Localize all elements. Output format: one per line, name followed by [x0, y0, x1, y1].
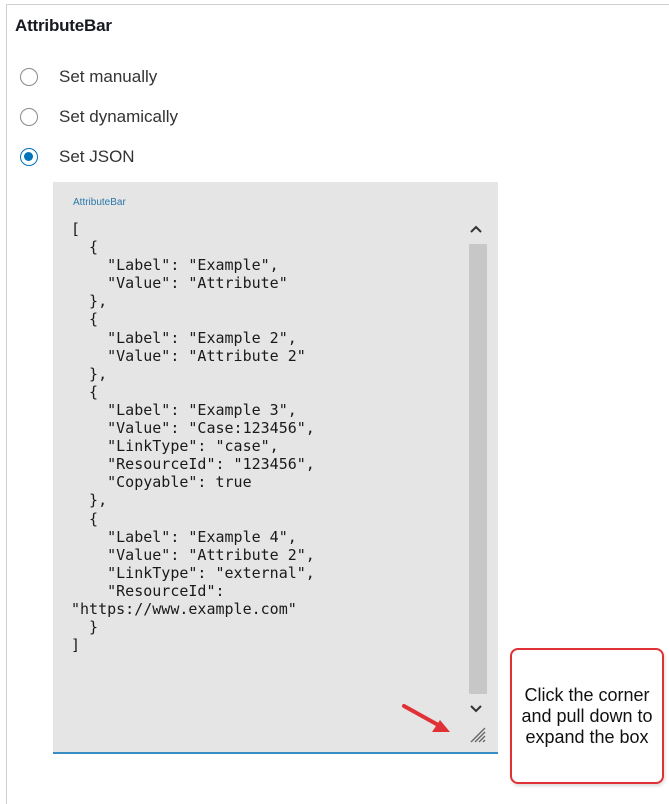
scrollbar-thumb[interactable]	[469, 244, 487, 694]
arrow-icon	[402, 704, 450, 732]
json-editor[interactable]: AttributeBar [ { "Label": "Example", "Va…	[53, 182, 498, 754]
radio-button-selected[interactable]	[20, 148, 38, 166]
section-title: AttributeBar	[15, 16, 112, 35]
radio-button[interactable]	[20, 68, 38, 86]
resize-grip-icon[interactable]	[465, 722, 487, 744]
radio-set-dynamically[interactable]: Set dynamically	[20, 105, 178, 129]
vertical-scrollbar[interactable]	[465, 218, 487, 722]
radio-button[interactable]	[20, 108, 38, 126]
radio-set-manually[interactable]: Set manually	[20, 65, 157, 89]
json-editor-textarea[interactable]: [ { "Label": "Example", "Value": "Attrib…	[71, 220, 471, 654]
chevron-up-icon[interactable]	[465, 218, 487, 240]
radio-label: Set JSON	[59, 147, 135, 166]
chevron-down-icon[interactable]	[465, 698, 487, 720]
radio-set-json[interactable]: Set JSON	[20, 145, 135, 169]
callout-text: Click the corner and pull down to expand…	[521, 684, 653, 747]
radio-label: Set dynamically	[59, 107, 179, 126]
json-editor-label: AttributeBar	[73, 197, 126, 208]
instruction-callout: Click the corner and pull down to expand…	[510, 648, 664, 784]
radio-label: Set manually	[59, 67, 158, 86]
